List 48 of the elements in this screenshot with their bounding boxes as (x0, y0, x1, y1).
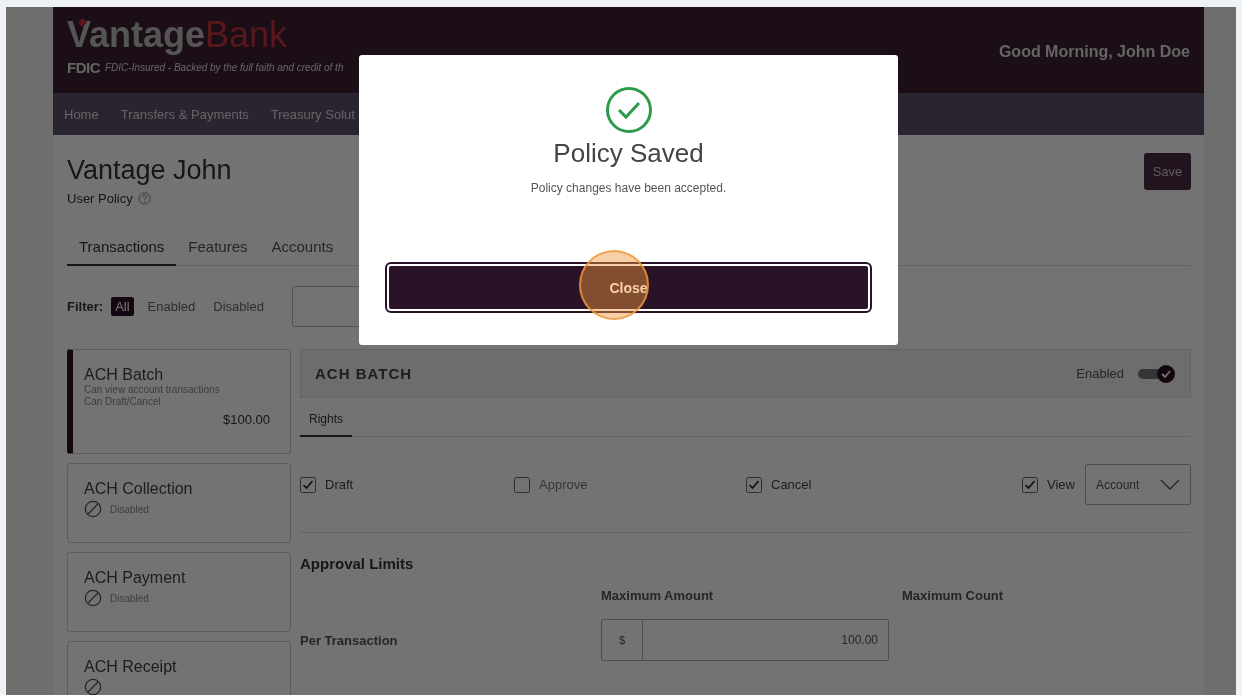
amount-field[interactable]: $ 100.00 (601, 619, 889, 661)
transaction-name: ACH Batch (84, 366, 165, 384)
save-button[interactable]: Save (1144, 153, 1191, 190)
checkbox[interactable] (1022, 476, 1039, 493)
tab[interactable]: Accounts (259, 232, 346, 266)
success-check-icon (604, 86, 653, 134)
toggle-label: Enabled (1076, 366, 1124, 381)
tab[interactable]: Transactions (67, 232, 177, 266)
row-label: Per Transaction (300, 632, 399, 648)
filter-option[interactable]: Disabled (209, 297, 268, 316)
tab[interactable]: Rights (300, 408, 352, 437)
filter-label: Filter: (67, 299, 104, 314)
nav-link[interactable]: Treasury Solut (270, 106, 355, 122)
checkbox-label: Cancel (771, 477, 812, 492)
checkbox[interactable] (746, 476, 762, 493)
scope-dropdown[interactable]: Account (1085, 464, 1191, 505)
filter-option[interactable]: All (111, 297, 134, 316)
disabled-icon (84, 589, 102, 607)
greeting-text: Good Morning, John Doe (998, 42, 1190, 62)
checkbox-label: Draft (325, 477, 354, 492)
disabled-icon (84, 500, 102, 518)
fdic-text: FDIC-Insured - Backed by the full faith and credit of th (105, 62, 344, 73)
filter-option[interactable]: Enabled (143, 297, 200, 316)
checkbox-label: View (1047, 477, 1075, 492)
tab[interactable]: Features (176, 232, 260, 266)
column-header: Maximum Amount (601, 588, 715, 603)
nav-link[interactable]: Transfers & Payments (120, 106, 249, 122)
checkbox[interactable] (300, 476, 316, 493)
checkbox-label: Approve (539, 477, 588, 492)
transaction-name: ACH Collection (84, 480, 194, 498)
column-header: Maximum Count (902, 588, 1005, 603)
checkbox[interactable] (514, 476, 530, 493)
transaction-amount: $100.00 (222, 412, 270, 427)
modal-title: Policy Saved (553, 138, 704, 169)
page-subtitle: User Policy (67, 191, 133, 206)
transaction-name: ACH Receipt (84, 658, 178, 676)
fdic-label: FDIC (67, 59, 100, 76)
section-heading: Approval Limits (300, 555, 415, 572)
chevron-down-icon (1160, 478, 1180, 491)
nav-link[interactable]: Home (64, 106, 99, 122)
transaction-name: ACH Payment (84, 569, 187, 587)
close-button[interactable]: Close (387, 264, 870, 311)
bank-logo: VantageBank (67, 15, 289, 55)
page-title: Vantage John (67, 154, 232, 187)
enabled-toggle[interactable] (1136, 363, 1176, 384)
section-title: ACH BATCH (315, 365, 413, 382)
disabled-icon (84, 678, 102, 695)
modal-message: Policy changes have been accepted. (530, 181, 727, 195)
